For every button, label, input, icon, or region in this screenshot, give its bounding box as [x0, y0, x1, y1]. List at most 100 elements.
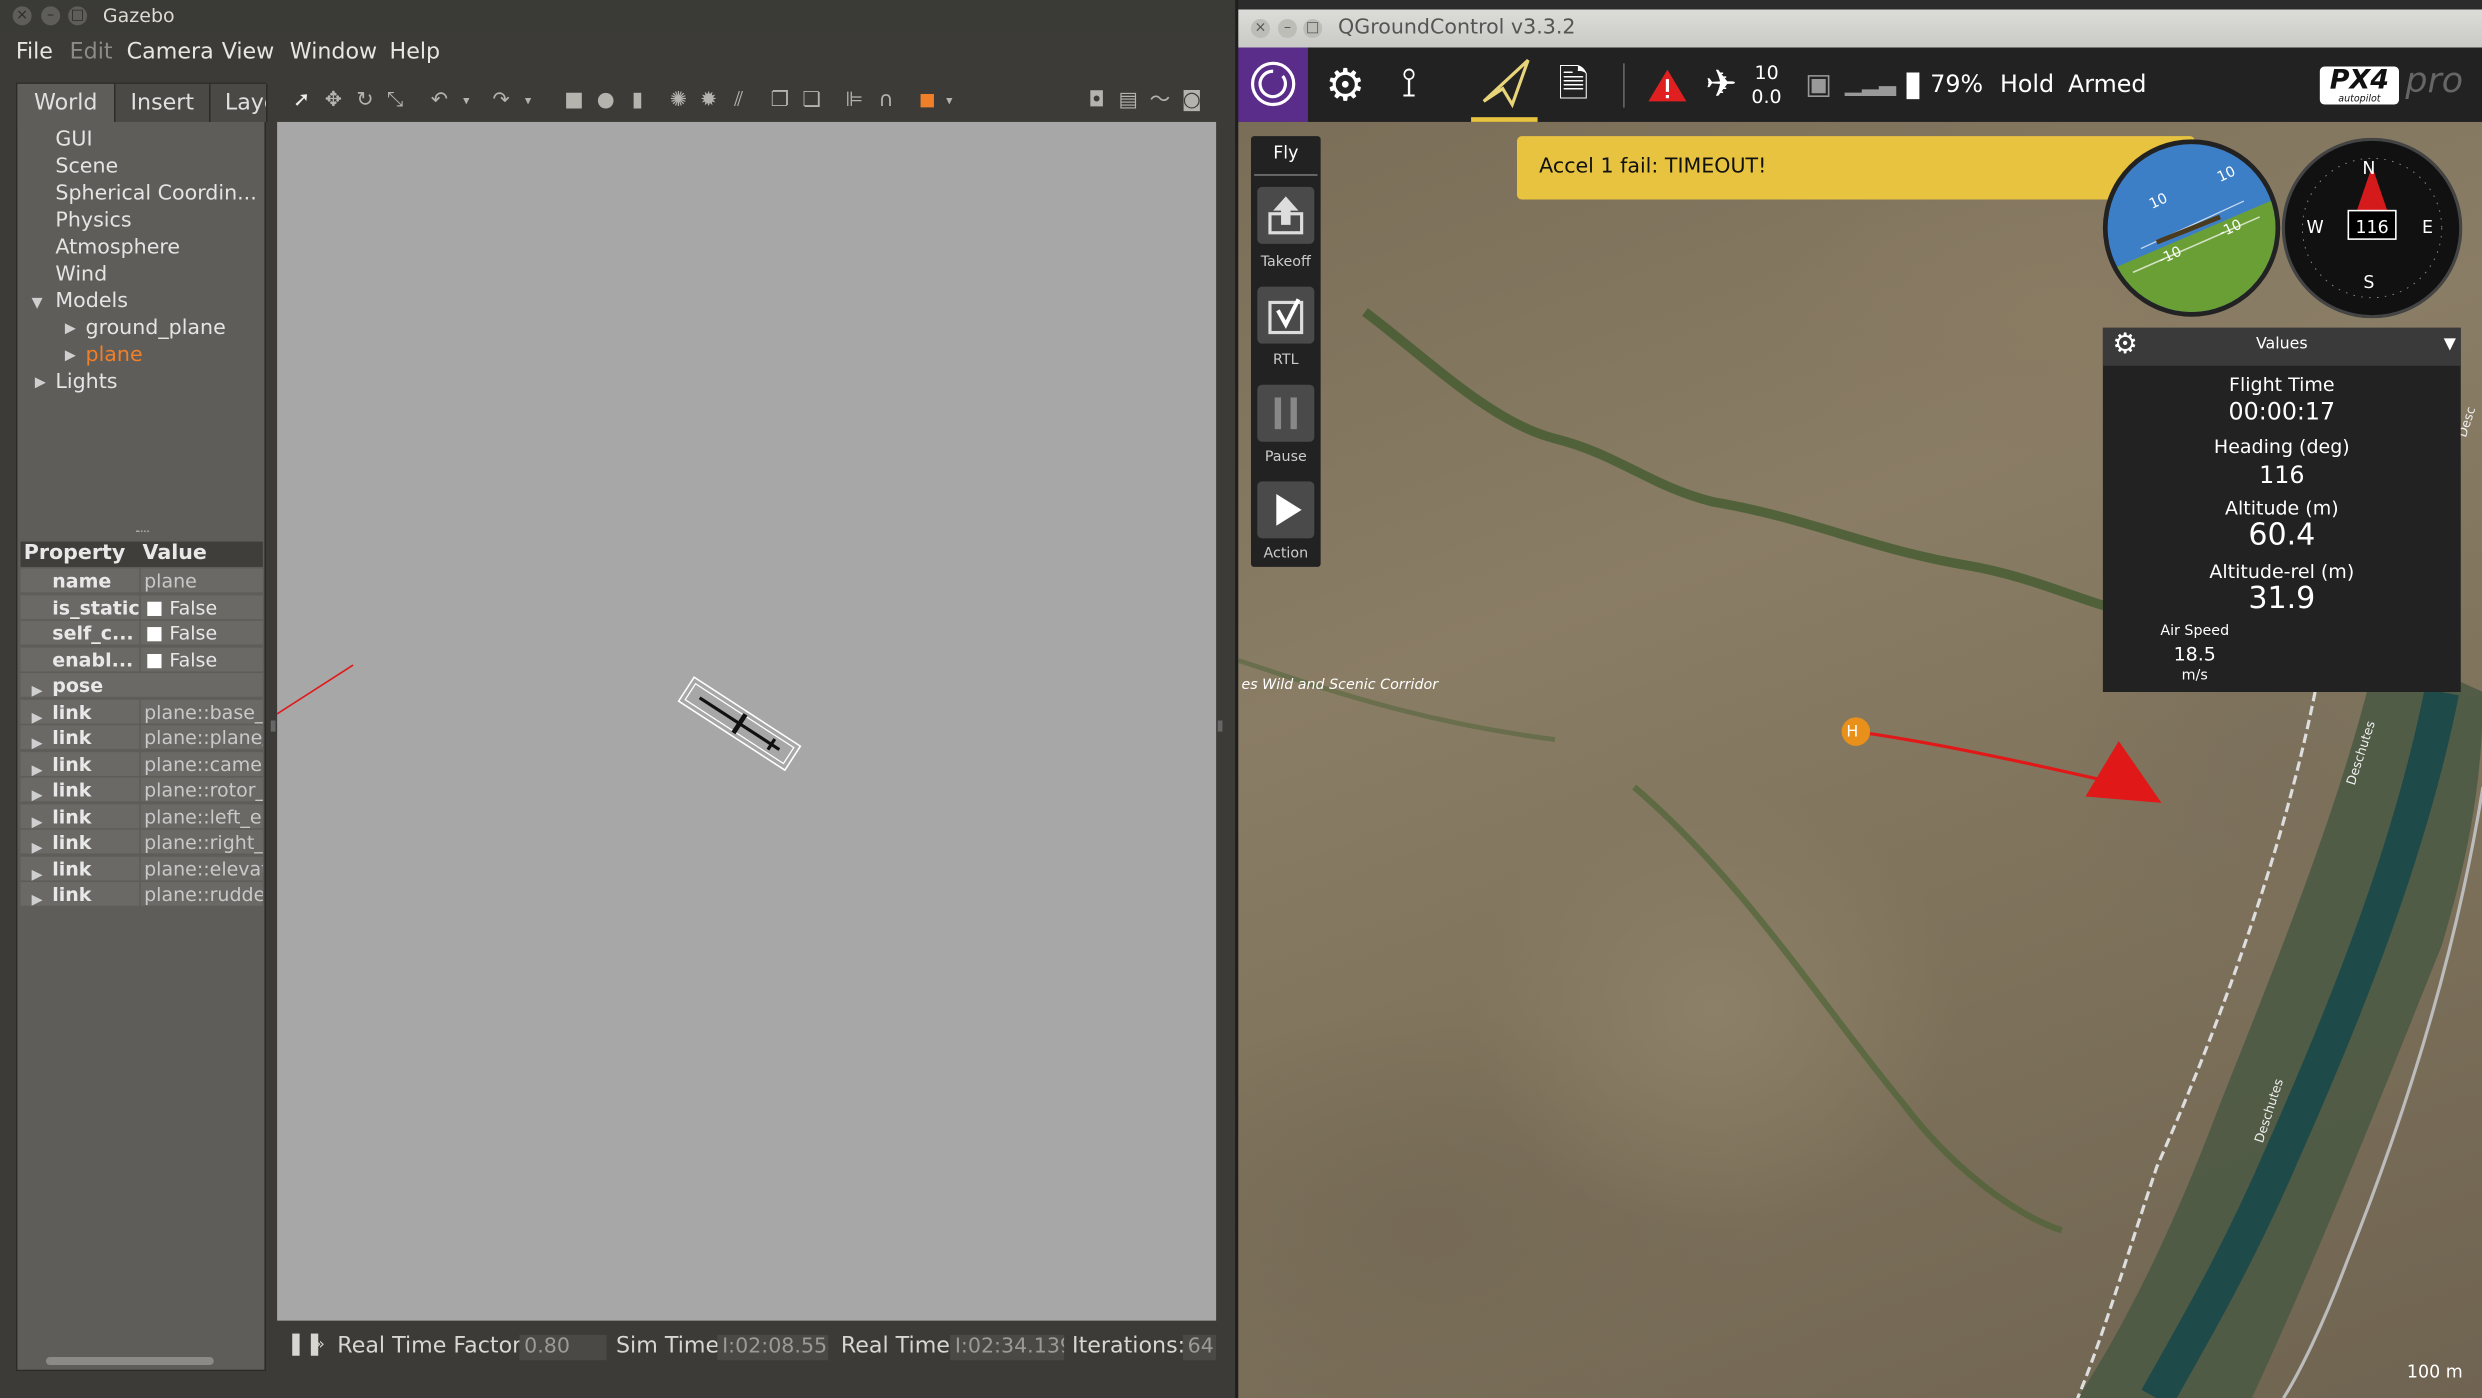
checkbox[interactable] [147, 600, 162, 616]
snap-icon[interactable]: ∩ [874, 89, 898, 113]
expand-right-icon[interactable]: ▶ [32, 836, 43, 861]
property-row[interactable]: ▶ link plane::rudder [20, 882, 263, 909]
menu-help[interactable]: Help [390, 32, 441, 73]
action-button[interactable] [1257, 481, 1315, 539]
select-arrow-icon[interactable]: ➚ [290, 89, 314, 113]
spot-light-icon[interactable]: ✹ [697, 89, 721, 113]
property-value[interactable]: False [140, 646, 263, 671]
close-icon[interactable]: × [12, 6, 32, 26]
expand-right-icon[interactable]: ▶ [35, 375, 46, 391]
expand-right-icon[interactable]: ▶ [32, 888, 43, 913]
property-row[interactable]: ▶ link plane::left_el [20, 803, 263, 831]
menu-view[interactable]: View [222, 32, 275, 73]
scale-icon[interactable]: ⤡ [383, 89, 407, 113]
tree-gui[interactable]: GUI [55, 128, 92, 152]
property-row[interactable]: ▶ link plane::plane/ [20, 725, 263, 752]
expand-down-icon[interactable]: ▼ [32, 296, 43, 312]
settings-gear-icon[interactable]: ⚙ [1325, 48, 1365, 122]
translate-icon[interactable]: ✥ [321, 89, 345, 113]
minimize-icon[interactable]: – [1277, 19, 1297, 39]
chevron-down-icon[interactable]: ▾ [454, 89, 478, 113]
directional-light-icon[interactable]: ⫽ [727, 89, 751, 113]
splitter-handle[interactable] [1217, 720, 1223, 732]
armed-status[interactable]: Armed [2068, 48, 2146, 122]
menu-window[interactable]: Window [290, 32, 377, 73]
tree-scene[interactable]: Scene [55, 155, 118, 179]
expand-right-icon[interactable]: ▶ [32, 862, 43, 887]
property-row[interactable]: is_static False [20, 594, 263, 620]
tree-spherical[interactable]: Spherical Coordin... [55, 182, 256, 206]
expand-right-icon[interactable]: ▶ [32, 784, 43, 809]
checkbox[interactable] [147, 627, 162, 642]
sphere-shape-icon[interactable]: ● [594, 89, 618, 113]
expand-right-icon[interactable]: ▶ [32, 810, 43, 835]
expand-right-icon[interactable]: ▶ [32, 705, 43, 730]
property-row[interactable]: name plane [20, 568, 263, 593]
property-row[interactable]: ▶ pose [20, 672, 263, 700]
rotate-icon[interactable]: ↻ [353, 89, 377, 113]
redo-icon[interactable]: ↷ [489, 89, 513, 113]
tree-physics[interactable]: Physics [55, 209, 131, 233]
splitter-handle[interactable] [270, 720, 276, 732]
menu-edit[interactable]: Edit [70, 32, 113, 73]
pause-button[interactable] [1257, 384, 1315, 442]
align-icon[interactable]: ⊫ [842, 89, 866, 113]
box-shape-icon[interactable]: ■ [562, 89, 586, 113]
expand-right-icon[interactable]: ▶ [65, 348, 76, 364]
vehicle-icon[interactable] [2085, 741, 2162, 803]
undo-icon[interactable]: ↶ [428, 89, 452, 113]
splitter-handle[interactable] [136, 530, 149, 533]
cylinder-shape-icon[interactable]: ▮ [625, 89, 649, 113]
tree-wind[interactable]: Wind [55, 263, 107, 287]
minimize-icon[interactable]: – [41, 6, 61, 26]
close-icon[interactable]: × [1250, 19, 1270, 39]
maximize-icon[interactable]: □ [1303, 19, 1323, 39]
gps-satellite-icon[interactable]: ✈ [1705, 48, 1737, 122]
expand-right-icon[interactable]: ▶ [32, 732, 43, 757]
tree-ground-plane[interactable]: ground_plane [86, 317, 226, 341]
menu-camera[interactable]: Camera [127, 32, 214, 73]
horizontal-scrollbar[interactable] [45, 1357, 214, 1365]
property-row[interactable]: ▶ link plane::base_ [20, 699, 263, 726]
chevron-down-icon[interactable]: ▼ [2444, 336, 2456, 353]
tree-models[interactable]: Models [55, 290, 128, 314]
property-value[interactable]: False [140, 594, 263, 619]
view-angle-icon[interactable]: ◼ [915, 89, 939, 113]
expand-right-icon[interactable]: ▶ [65, 321, 76, 337]
copy-icon[interactable]: ❐ [768, 89, 792, 113]
fly-view-button[interactable] [1471, 48, 1538, 122]
3d-scene-view[interactable] [268, 121, 1223, 1321]
signal-strength-icon[interactable]: ▁▂▃ [1845, 48, 1896, 122]
chevron-down-icon[interactable]: ▾ [516, 89, 540, 113]
tree-atmosphere[interactable]: Atmosphere [55, 236, 180, 260]
flight-mode-selector[interactable]: Hold [2000, 48, 2054, 122]
rc-transmitter-icon[interactable]: ▣ [1805, 48, 1832, 122]
warning-icon[interactable] [1647, 67, 1688, 105]
property-row[interactable]: self_c... False [20, 620, 263, 646]
expand-right-icon[interactable]: ▶ [32, 679, 43, 704]
tree-plane[interactable]: plane [86, 344, 143, 368]
log-icon[interactable]: ▤ [1116, 89, 1140, 113]
battery-icon[interactable]: ▮ [1903, 48, 1922, 122]
tab-world[interactable]: World [17, 83, 116, 122]
property-row[interactable]: ▶ link plane::right_e [20, 829, 263, 857]
point-light-icon[interactable]: ✺ [667, 89, 691, 113]
rtl-button[interactable] [1257, 286, 1315, 344]
paste-icon[interactable]: ❏ [800, 89, 824, 113]
tree-lights[interactable]: Lights [55, 371, 117, 395]
tab-layers[interactable]: Laye [210, 83, 268, 122]
property-value[interactable]: False [140, 620, 263, 645]
property-row[interactable]: ▶ link plane::elevat [20, 855, 263, 883]
expand-right-icon[interactable]: ▶ [32, 758, 43, 783]
property-row[interactable]: ▶ link plane::camer [20, 751, 263, 778]
property-row[interactable]: enabl... False [20, 646, 263, 672]
tab-insert[interactable]: Insert [115, 83, 211, 122]
step-icon[interactable]: » [315, 1336, 325, 1353]
plot-icon[interactable]: 〜 [1148, 89, 1172, 113]
plane-model[interactable] [677, 676, 802, 772]
chevron-down-icon[interactable]: ▾ [937, 89, 961, 113]
takeoff-button[interactable] [1257, 186, 1315, 244]
screenshot-icon[interactable]: ◘ [1085, 89, 1109, 113]
qgc-logo-button[interactable] [1238, 47, 1308, 122]
menu-file[interactable]: File [16, 32, 53, 73]
